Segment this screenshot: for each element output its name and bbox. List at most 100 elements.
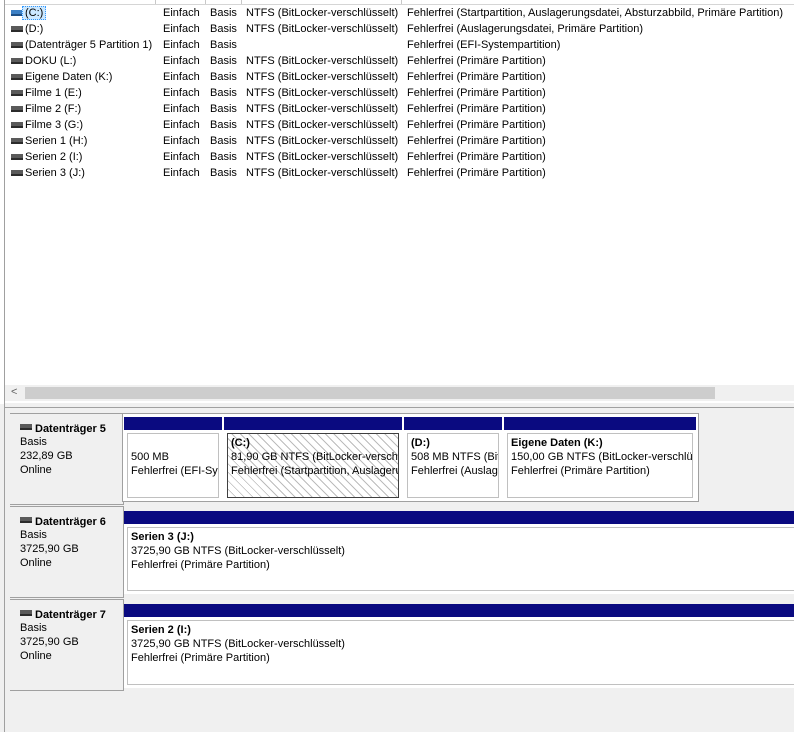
- volume-filesystem: NTFS (BitLocker-verschlüsselt): [246, 151, 399, 163]
- disk-size: 3725,90 GB: [20, 636, 79, 648]
- partition-bar: [124, 604, 794, 617]
- volume-row[interactable]: (Datenträger 5 Partition 1) Einfach Basi…: [5, 37, 794, 53]
- partition-body: (D:) 508 MB NTFS (BitLocker-verschlüssel…: [407, 433, 499, 498]
- volume-name: DOKU (L:): [25, 55, 77, 67]
- disk-state: Online: [20, 464, 52, 476]
- disk-info[interactable]: Datenträger 7 Basis 3725,90 GB Online: [10, 599, 124, 691]
- pane-splitter[interactable]: [5, 403, 794, 408]
- partition-bar: [124, 417, 222, 430]
- disk-info[interactable]: Datenträger 5 Basis 232,89 GB Online: [10, 413, 124, 505]
- partition-efi[interactable]: 500 MB Fehlerfrei (EFI-Systempartition): [124, 417, 222, 501]
- partition-body: (C:) 81,90 GB NTFS (BitLocker-verschlüss…: [227, 433, 399, 498]
- partition-title: Serien 3 (J:): [131, 531, 194, 543]
- volume-row[interactable]: (D:) Einfach Basis NTFS (BitLocker-versc…: [5, 21, 794, 37]
- volume-row[interactable]: DOKU (L:) Einfach Basis NTFS (BitLocker-…: [5, 53, 794, 69]
- disk-icon: [20, 517, 32, 523]
- volume-row[interactable]: Serien 1 (H:) Einfach Basis NTFS (BitLoc…: [5, 133, 794, 149]
- volume-filesystem: NTFS (BitLocker-verschlüsselt): [246, 23, 399, 35]
- column-separator[interactable]: [205, 0, 206, 4]
- drive-icon: [11, 58, 23, 64]
- volume-list-pane: (C:) Einfach Basis NTFS (BitLocker-versc…: [0, 0, 794, 404]
- volume-name: (Datenträger 5 Partition 1): [25, 39, 153, 51]
- partition-bar: [224, 417, 402, 430]
- volume-name: Filme 2 (F:): [25, 103, 82, 115]
- partition-c[interactable]: (C:) 81,90 GB NTFS (BitLocker-verschlüss…: [224, 417, 402, 501]
- volume-type: Basis: [210, 167, 237, 179]
- scrollbar-thumb[interactable]: [25, 387, 715, 399]
- drive-icon: [11, 90, 23, 96]
- volume-type: Basis: [210, 87, 237, 99]
- volume-filesystem: NTFS (BitLocker-verschlüsselt): [246, 119, 399, 131]
- disk-title: Datenträger 6: [20, 516, 106, 528]
- partition-size: 508 MB NTFS (BitLocker-verschlüsselt): [411, 451, 498, 463]
- disk-size: 232,89 GB: [20, 450, 73, 462]
- volume-row[interactable]: Filme 3 (G:) Einfach Basis NTFS (BitLock…: [5, 117, 794, 133]
- partition-size: 3725,90 GB NTFS (BitLocker-verschlüsselt…: [131, 545, 345, 557]
- partition-status: Fehlerfrei (EFI-Systempartition): [131, 465, 218, 477]
- disk-title-text: Datenträger 5: [35, 423, 106, 435]
- partition-status: Fehlerfrei (Primäre Partition): [131, 559, 270, 571]
- disk-title: Datenträger 5: [20, 423, 106, 435]
- partition-bar: [404, 417, 502, 430]
- column-separator[interactable]: [155, 0, 156, 4]
- disk-title-text: Datenträger 6: [35, 516, 106, 528]
- partition-size: 500 MB: [131, 451, 169, 463]
- volume-type: Basis: [210, 135, 237, 147]
- volume-row[interactable]: (C:) Einfach Basis NTFS (BitLocker-versc…: [5, 5, 794, 21]
- volume-layout: Einfach: [163, 39, 200, 51]
- volume-status: Fehlerfrei (Primäre Partition): [407, 135, 546, 147]
- column-separator[interactable]: [241, 0, 242, 4]
- drive-icon: [11, 170, 23, 176]
- partition-body: 500 MB Fehlerfrei (EFI-Systempartition): [127, 433, 219, 498]
- volume-status: Fehlerfrei (Primäre Partition): [407, 55, 546, 67]
- partition-size: 3725,90 GB NTFS (BitLocker-verschlüsselt…: [131, 638, 345, 650]
- volume-status: Fehlerfrei (Primäre Partition): [407, 119, 546, 131]
- drive-icon: [11, 26, 23, 32]
- volume-row[interactable]: Eigene Daten (K:) Einfach Basis NTFS (Bi…: [5, 69, 794, 85]
- volume-status: Fehlerfrei (Primäre Partition): [407, 151, 546, 163]
- partition-d[interactable]: (D:) 508 MB NTFS (BitLocker-verschlüssel…: [404, 417, 502, 501]
- volume-status: Fehlerfrei (Auslagerungsdatei, Primäre P…: [407, 23, 643, 35]
- volume-filesystem: NTFS (BitLocker-verschlüsselt): [246, 167, 399, 179]
- volume-status: Fehlerfrei (EFI-Systempartition): [407, 39, 561, 51]
- volume-status: Fehlerfrei (Primäre Partition): [407, 87, 546, 99]
- partition-size: 81,90 GB NTFS (BitLocker-verschlüsselt): [231, 451, 399, 463]
- horizontal-scrollbar[interactable]: <: [5, 385, 794, 401]
- drive-icon: [11, 122, 23, 128]
- partition-title: Eigene Daten (K:): [511, 437, 603, 449]
- partition-i[interactable]: Serien 2 (I:) 3725,90 GB NTFS (BitLocker…: [124, 604, 794, 688]
- volume-layout: Einfach: [163, 23, 200, 35]
- drive-icon: [11, 106, 23, 112]
- volume-type: Basis: [210, 23, 237, 35]
- disk-title-text: Datenträger 7: [35, 609, 106, 621]
- volume-name: Serien 1 (H:): [25, 135, 88, 147]
- volume-type: Basis: [210, 55, 237, 67]
- scroll-left-arrow-icon[interactable]: <: [11, 386, 17, 398]
- volume-row[interactable]: Serien 2 (I:) Einfach Basis NTFS (BitLoc…: [5, 149, 794, 165]
- volume-filesystem: NTFS (BitLocker-verschlüsselt): [246, 55, 399, 67]
- volume-type: Basis: [210, 151, 237, 163]
- volume-row[interactable]: Filme 1 (E:) Einfach Basis NTFS (BitLock…: [5, 85, 794, 101]
- partition-status: Fehlerfrei (Startpartition, Auslagerungs…: [231, 465, 399, 477]
- volume-row[interactable]: Filme 2 (F:) Einfach Basis NTFS (BitLock…: [5, 101, 794, 117]
- disk-state: Online: [20, 557, 52, 569]
- drive-icon: [11, 74, 23, 80]
- volume-type: Basis: [210, 119, 237, 131]
- volume-status: Fehlerfrei (Primäre Partition): [407, 71, 546, 83]
- partition-body: Eigene Daten (K:) 150,00 GB NTFS (BitLoc…: [507, 433, 693, 498]
- partition-j[interactable]: Serien 3 (J:) 3725,90 GB NTFS (BitLocker…: [124, 511, 794, 594]
- volume-filesystem: NTFS (BitLocker-verschlüsselt): [246, 87, 399, 99]
- pane-left-border: [4, 0, 5, 732]
- partition-title: Serien 2 (I:): [131, 624, 191, 636]
- volume-layout: Einfach: [163, 55, 200, 67]
- disk-icon: [20, 610, 32, 616]
- volume-name[interactable]: (C:): [22, 6, 47, 20]
- volume-name: Serien 3 (J:): [25, 167, 85, 179]
- partition-k[interactable]: Eigene Daten (K:) 150,00 GB NTFS (BitLoc…: [504, 417, 696, 501]
- disk-info[interactable]: Datenträger 6 Basis 3725,90 GB Online: [10, 506, 124, 598]
- disk-row: Datenträger 6 Basis 3725,90 GB Online Se…: [5, 506, 794, 598]
- column-separator[interactable]: [401, 0, 402, 4]
- volume-row[interactable]: Serien 3 (J:) Einfach Basis NTFS (BitLoc…: [5, 165, 794, 181]
- volume-name: Eigene Daten (K:): [25, 71, 113, 83]
- volume-layout: Einfach: [163, 71, 200, 83]
